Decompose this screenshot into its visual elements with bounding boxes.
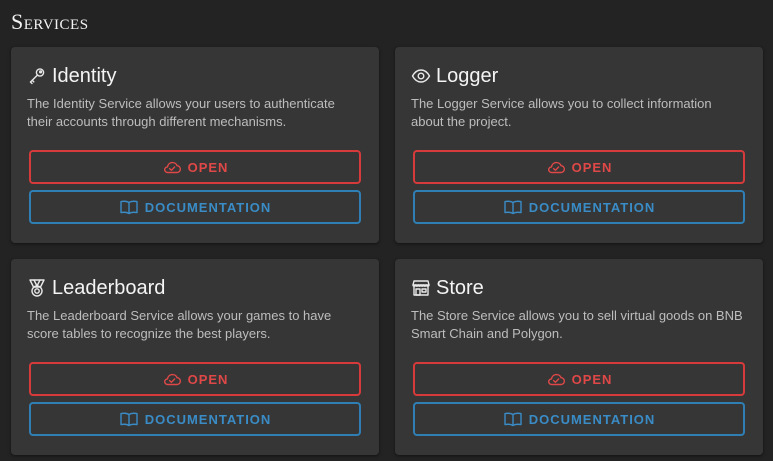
documentation-button[interactable]: DOCUMENTATION [29,190,361,224]
documentation-button-label: DOCUMENTATION [144,411,272,427]
card-description: The Store Service allows you to sell vir… [411,308,743,341]
card-description: The Logger Service allows you to collect… [411,96,712,129]
open-button[interactable]: OPEN [29,150,361,184]
card-title: Store [436,277,484,299]
open-button[interactable]: OPEN [413,150,745,184]
book-icon [503,200,522,215]
open-button-label: OPEN [187,371,229,387]
card-header: Identity [27,63,116,89]
page-title: Services [11,9,89,34]
open-button[interactable]: OPEN [29,362,361,396]
card-header: Leaderboard [27,275,165,301]
open-button-label: OPEN [571,371,613,387]
book-icon [119,412,138,427]
documentation-button[interactable]: DOCUMENTATION [413,190,745,224]
service-card-leaderboard: Leaderboard The Leaderboard Service allo… [11,259,379,455]
book-icon [503,412,522,427]
card-title: Logger [436,65,499,87]
service-card-logger: Logger The Logger Service allows you to … [395,47,763,243]
documentation-button[interactable]: DOCUMENTATION [29,402,361,436]
card-description: The Leaderboard Service allows your game… [27,308,332,341]
card-title: Identity [52,65,117,87]
documentation-button-label: DOCUMENTATION [528,199,656,215]
medal-icon [27,278,47,298]
card-header: Store [411,275,484,301]
open-button-label: OPEN [571,159,613,175]
card-title: Leaderboard [52,277,166,299]
card-description: The Identity Service allows your users t… [27,96,335,129]
store-icon [411,278,431,298]
open-button-label: OPEN [187,159,229,175]
eye-icon [411,66,431,86]
documentation-button-label: DOCUMENTATION [528,411,656,427]
cloud-check-icon [547,161,565,174]
key-icon [27,66,47,86]
cloud-check-icon [163,373,181,386]
services-page: Services Identity The Identity Service a… [0,0,773,461]
card-header: Logger [411,63,498,89]
service-card-store: Store The Store Service allows you to se… [395,259,763,455]
cloud-check-icon [163,161,181,174]
service-card-identity: Identity The Identity Service allows you… [11,47,379,243]
book-icon [119,200,138,215]
documentation-button[interactable]: DOCUMENTATION [413,402,745,436]
cloud-check-icon [547,373,565,386]
documentation-button-label: DOCUMENTATION [144,199,272,215]
open-button[interactable]: OPEN [413,362,745,396]
